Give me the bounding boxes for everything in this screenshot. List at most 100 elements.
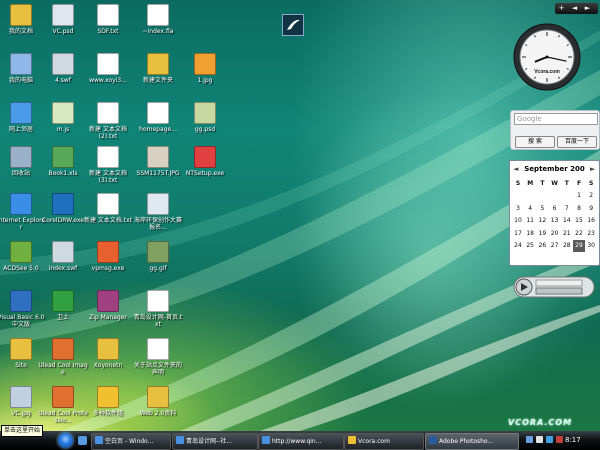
calendar-day[interactable]: 1 — [573, 190, 585, 202]
desktop-icon[interactable]: SSM1175T.JPG — [133, 146, 183, 177]
clock-brand: Vcora.com — [534, 69, 560, 75]
file-icon — [147, 102, 169, 124]
desktop-icon-label: Zip Manager — [89, 314, 127, 321]
calendar-day[interactable]: 16 — [585, 215, 597, 227]
taskbar-button[interactable]: 青岛设计网--社... — [172, 433, 258, 450]
baidu-search-button[interactable]: 百度一下 — [557, 136, 597, 148]
desktop-icon[interactable]: 多种软件组 — [83, 386, 133, 417]
calendar-day[interactable]: 24 — [512, 240, 524, 252]
calendar-gadget[interactable]: ◄ September 200 ► S M T W T F S 1 2 3 4 5 6 7 8 9 10 11 12… — [509, 160, 600, 266]
calendar-day[interactable]: 12 — [536, 215, 548, 227]
next-page-button[interactable]: ► — [581, 3, 594, 14]
calendar-day[interactable]: 25 — [524, 240, 536, 252]
calendar-day[interactable]: 2 — [585, 190, 597, 202]
clock-gadget[interactable]: Vcora.com — [512, 22, 582, 92]
file-icon — [97, 4, 119, 26]
calendar-day[interactable]: 5 — [536, 203, 548, 215]
prev-page-button[interactable]: ◄ — [568, 3, 581, 14]
taskbar-button-label: Vcora.com — [358, 438, 390, 445]
google-search-button[interactable]: 搜 索 — [515, 136, 555, 148]
desktop-icon[interactable]: Ulead Cool Professio... — [38, 386, 88, 424]
desktop-icon[interactable]: Book1.xls — [38, 146, 88, 177]
desktop-icon[interactable]: gg.psd — [180, 102, 230, 133]
taskbar-button[interactable]: http://www.qin... — [258, 433, 344, 450]
desktop-icon-label: ~index.fla — [142, 28, 174, 35]
taskbar-button[interactable]: 空白页 - Windo... — [91, 433, 171, 450]
desktop-icon[interactable]: SDF.txt — [83, 4, 133, 35]
network-icon[interactable] — [526, 436, 533, 443]
calendar-day[interactable]: 18 — [524, 228, 536, 240]
calendar-day[interactable]: 23 — [585, 228, 597, 240]
calendar-day[interactable]: 20 — [549, 228, 561, 240]
calendar-day[interactable]: 29 — [573, 240, 585, 252]
calendar-day[interactable]: 19 — [536, 228, 548, 240]
desktop-icon[interactable]: VC.psd — [38, 4, 88, 35]
desktop-icon[interactable]: m.js — [38, 102, 88, 133]
calendar-day[interactable]: 3 — [512, 203, 524, 215]
desktop-icon[interactable]: CorelDRW.exe — [38, 193, 88, 224]
desktop-icon[interactable]: Zip Manager — [83, 290, 133, 321]
desktop-icon[interactable]: NTSetup.exe — [180, 146, 230, 177]
next-month-icon[interactable]: ► — [590, 163, 595, 175]
desktop-icon[interactable]: 海岸环保创作大赛报名... — [133, 193, 183, 231]
desktop-icon-label: SDF.txt — [97, 28, 119, 35]
desktop-icon[interactable]: 新建 文本文档 (2).txt — [83, 102, 133, 140]
calendar-day[interactable]: 11 — [524, 215, 536, 227]
shortcut-logo-icon[interactable] — [282, 14, 304, 36]
sidebar-controls: + ◄ ► — [555, 3, 598, 14]
calendar-day[interactable]: 9 — [585, 203, 597, 215]
messenger-icon[interactable] — [546, 436, 553, 443]
calendar-day[interactable]: 6 — [549, 203, 561, 215]
taskbar-clock[interactable]: 8:17 — [565, 436, 581, 445]
calendar-day[interactable]: 8 — [573, 203, 585, 215]
file-icon — [52, 290, 74, 312]
weekday-label: F — [576, 180, 582, 187]
desktop-icon[interactable]: index.swf — [38, 241, 88, 272]
start-button[interactable] — [58, 433, 73, 448]
google-search-input[interactable]: Google — [514, 113, 598, 125]
desktop[interactable]: 我的文档 VC.psd SDF.txt ~index.fla 我的电脑 4.swf www.… — [0, 0, 600, 431]
show-desktop-icon[interactable] — [78, 436, 87, 445]
calendar-day[interactable]: 7 — [561, 203, 573, 215]
calendar-day[interactable]: 28 — [561, 240, 573, 252]
volume-icon[interactable] — [536, 436, 543, 443]
calendar-day[interactable]: 26 — [536, 240, 548, 252]
desktop-icon[interactable]: homepage... — [133, 102, 183, 133]
file-icon — [10, 102, 32, 124]
desktop-icon-label: NTSetup.exe — [185, 170, 225, 177]
calendar-day[interactable]: 13 — [549, 215, 561, 227]
desktop-icon[interactable]: Web 2.0资料 — [133, 386, 183, 417]
calendar-day[interactable]: 4 — [524, 203, 536, 215]
file-icon — [10, 241, 32, 263]
calendar-day[interactable]: 14 — [561, 215, 573, 227]
calendar-day[interactable]: 10 — [512, 215, 524, 227]
taskbar-button[interactable]: Vcora.com — [344, 433, 424, 450]
desktop-icon[interactable]: 新建 文本文档.txt — [83, 193, 133, 224]
calendar-day[interactable]: 30 — [585, 240, 597, 252]
desktop-icon[interactable]: 4.swf — [38, 53, 88, 84]
desktop-icon[interactable]: Ulead Cool Image — [38, 338, 88, 376]
calendar-day[interactable]: 17 — [512, 228, 524, 240]
desktop-icon[interactable]: 新建文件夹 — [133, 53, 183, 84]
calendar-day[interactable]: 22 — [573, 228, 585, 240]
file-icon — [52, 241, 74, 263]
desktop-icon[interactable]: 关于站点文件夹的声明 — [133, 338, 183, 376]
desktop-icon[interactable]: vpmsg.exe — [83, 241, 133, 272]
desktop-icon[interactable]: ~index.fla — [133, 4, 183, 35]
desktop-icon[interactable]: www.xoyi3... — [83, 53, 133, 84]
taskbar-button[interactable]: Adobe Photosho... — [425, 433, 519, 450]
file-icon — [97, 290, 119, 312]
calendar-day[interactable]: 15 — [573, 215, 585, 227]
calendar-day[interactable]: 27 — [549, 240, 561, 252]
security-icon[interactable] — [556, 436, 563, 443]
desktop-icon[interactable]: 卫士 — [38, 290, 88, 321]
desktop-icon[interactable]: 青岛设计网-首页.txt — [133, 290, 183, 328]
calendar-day[interactable]: 21 — [561, 228, 573, 240]
desktop-icon-label: Ulead Cool Image — [38, 362, 88, 376]
add-gadget-button[interactable]: + — [555, 3, 568, 14]
desktop-icon-label: 新建 文本文档 (3).txt — [89, 170, 127, 184]
desktop-icon[interactable]: 1.jpg — [180, 53, 230, 84]
desktop-icon[interactable]: gg.gif — [133, 241, 183, 272]
desktop-icon[interactable]: 新建 文本文档 (3).txt — [83, 146, 133, 184]
desktop-icon[interactable]: Xoyonetn — [83, 338, 133, 369]
